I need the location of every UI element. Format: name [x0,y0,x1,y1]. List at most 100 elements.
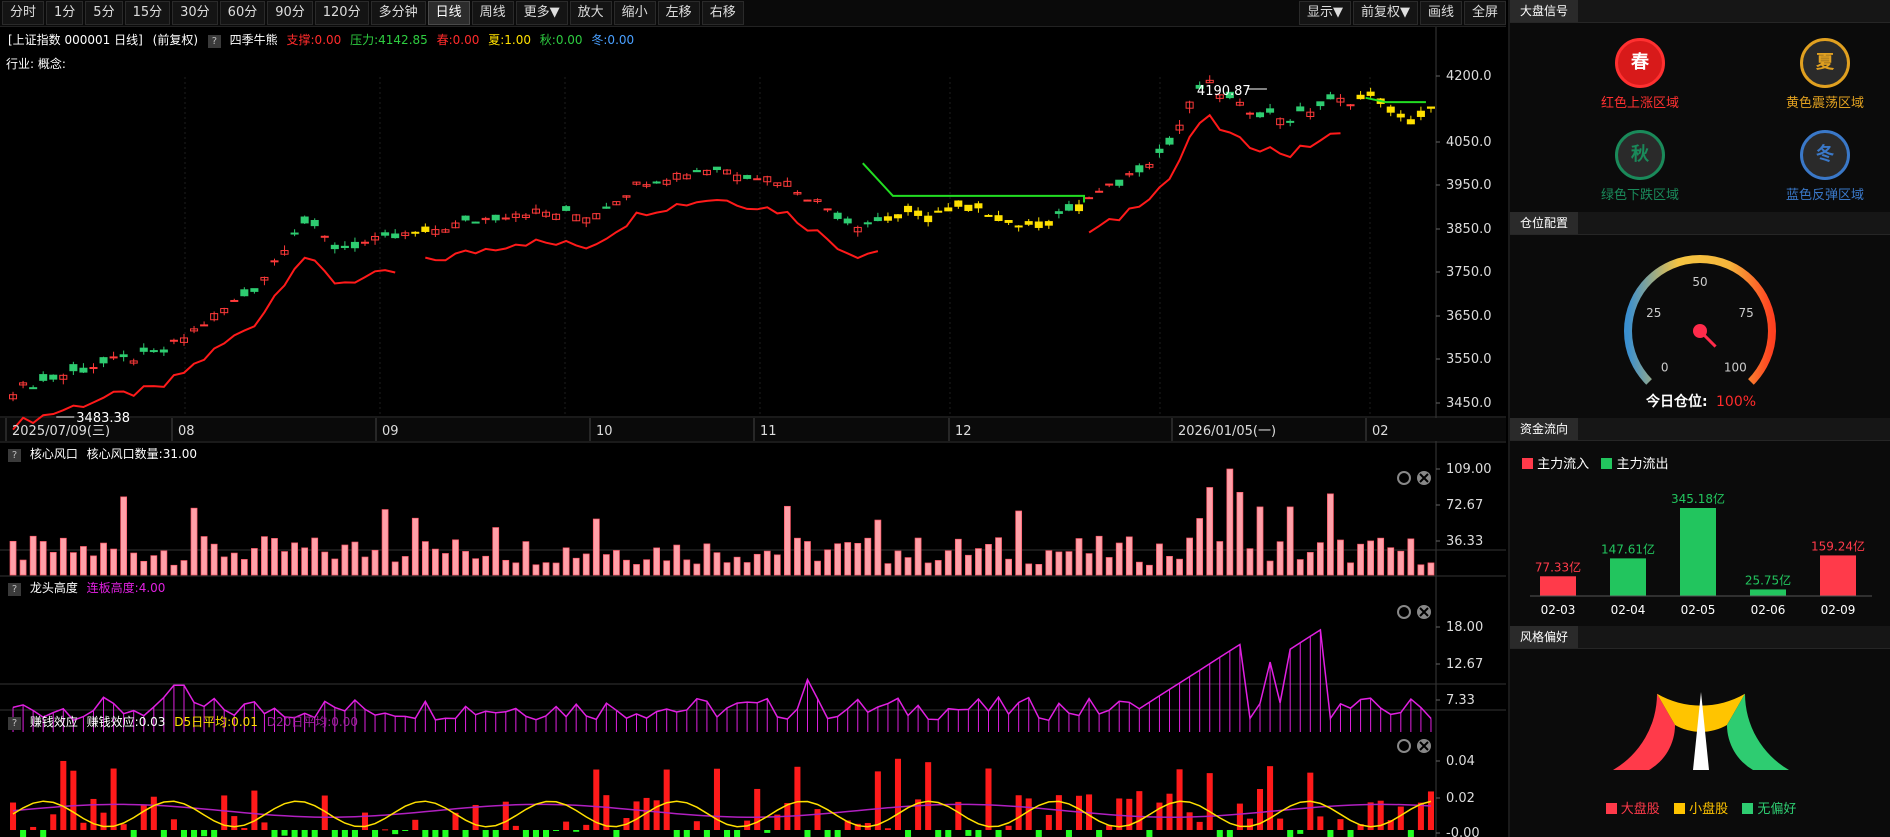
effect-bar [140,804,147,830]
wind-bar [1075,538,1083,576]
toolbar-right-button[interactable]: 前复权▼ [1352,1,1418,25]
period-button[interactable]: 放大 [569,1,612,25]
flow-bar [1680,508,1716,596]
period-button[interactable]: 周线 [471,1,514,25]
effect-bar [281,830,288,836]
candle-body [1054,211,1063,214]
wind-bar [582,553,590,576]
period-button[interactable]: 缩小 [613,1,656,25]
wind-bar [975,548,982,576]
stock-title[interactable]: [上证指数 000001 日线] [8,33,143,47]
wind-bar [1427,562,1435,576]
wind-bar [331,558,339,576]
toolbar-right-button[interactable]: 显示▼ [1298,1,1351,25]
period-button[interactable]: 多分钟 [370,1,426,25]
wind-bar [763,550,771,576]
help-icon[interactable]: ? [8,583,21,596]
help-icon[interactable]: ? [8,449,21,462]
effect-bar [251,790,258,830]
help-icon[interactable]: ? [207,35,221,48]
period-button[interactable]: 分时 [2,1,45,25]
wind-bar [190,507,198,576]
candle-body [421,226,430,232]
pane1-y-label: 72.67 [1446,498,1483,513]
spring-value: 春:0.00 [436,33,480,47]
effect-bar [331,830,338,837]
period-button[interactable]: 30分 [172,1,218,25]
candle-body [1326,94,1335,100]
period-button[interactable]: 更多▼ [515,1,568,25]
period-button[interactable]: 5分 [85,1,123,25]
effect-bar [291,830,298,837]
candle-body [79,367,88,373]
wind-bar [1296,559,1304,576]
pressure-value: 压力:4142.85 [350,33,428,47]
wind-bar [1246,548,1254,576]
inflow-swatch [1522,458,1533,469]
candle-body [1396,113,1405,118]
pane1-detail: 核心风口数量:31.00 [86,447,198,461]
period-button[interactable]: 1分 [46,1,84,25]
wind-bar [401,556,409,576]
flow-value-label: 159.24亿 [1811,538,1865,553]
wind-bar [442,553,449,576]
candle-body [692,170,701,173]
pane3-name: 赚钱效应 [29,715,78,729]
candle-body [883,216,892,221]
effect-bar [191,830,198,837]
season-signal[interactable]: 秋绿色下跌区域 [1560,130,1720,203]
effect-bar [703,830,710,837]
toolbar-right-button[interactable]: 全屏 [1463,1,1506,25]
wind-bar [341,544,349,576]
small-cap-label: 小盘股 [1689,802,1729,817]
pane1-y-label: 109.00 [1446,462,1492,477]
position-tab[interactable]: 仓位配置 [1510,212,1579,234]
toolbar-right-button[interactable]: 画线 [1419,1,1462,25]
x-axis-label: 08 [178,424,195,439]
period-button[interactable]: 90分 [267,1,313,25]
effect-bar [30,826,37,830]
wind-bar [311,537,319,576]
period-button[interactable]: 右移 [701,1,744,25]
candle-body [49,374,58,380]
season-signal[interactable]: 春红色上涨区域 [1560,38,1720,111]
wind-bar [713,552,721,576]
toolbar-right: 显示▼ 前复权▼ 画线 全屏 [1297,1,1506,25]
effect-bar [754,788,761,830]
effect-bar [1407,830,1414,837]
period-button[interactable]: 120分 [314,1,369,25]
season-signal[interactable]: 夏黄色震荡区域 [1745,38,1890,111]
signal-tab[interactable]: 大盘信号 [1510,0,1579,22]
season-signal[interactable]: 冬蓝色反弹区域 [1745,130,1890,203]
wind-bar [703,543,711,576]
gauge-label: 75 [1739,306,1754,320]
flow-chart: 77.33亿 02-03 147.61亿 02-04 345.18亿 02-05 25.75… [1530,491,1872,617]
candle-body [823,208,832,211]
wind-bar [884,563,892,576]
candle-body [29,387,38,390]
wind-bar [432,548,439,576]
candle-body [1044,221,1053,226]
wind-bar [673,544,681,576]
flow-tab[interactable]: 资金流向 [1510,418,1579,440]
candle-body [491,214,500,221]
help-icon[interactable]: ? [8,717,21,730]
wind-bar [1055,551,1063,576]
candle-body [411,231,420,234]
period-button[interactable]: 日线 [427,1,470,25]
wind-bar [1327,493,1334,576]
effect-bar [1427,791,1434,830]
wind-bar [844,542,852,576]
effect-bar [874,771,881,830]
period-button[interactable]: 60分 [219,1,266,25]
effect-bar [382,829,389,831]
wind-bar [1397,550,1405,576]
period-button[interactable]: 左移 [657,1,700,25]
wind-bar [914,537,922,576]
candle-body [391,233,400,239]
period-button[interactable]: 15分 [124,1,171,25]
wind-bar [170,564,178,576]
wind-bar [733,556,741,576]
pane2-y-label: 7.33 [1446,693,1475,708]
style-tab[interactable]: 风格偏好 [1510,626,1579,648]
